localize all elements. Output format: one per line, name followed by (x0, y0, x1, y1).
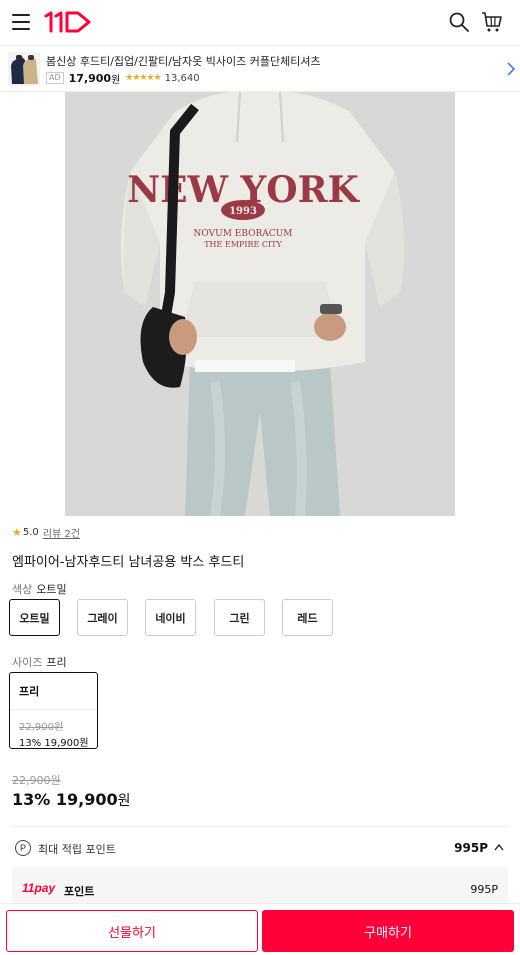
max-points-row[interactable]: P 최대 적립 포인트 995P (12, 838, 508, 860)
logo-11st[interactable] (44, 10, 92, 34)
ad-price-unit: 원 (111, 74, 121, 86)
bottom-action-bar: 선물하기 구매하기 (0, 903, 520, 955)
ad-star-rating: ★★★★★ (125, 73, 161, 83)
ad-badge: AD (46, 72, 64, 84)
color-option-green[interactable]: 그린 (214, 599, 265, 636)
chevron-up-icon[interactable] (494, 843, 504, 851)
ad-product-thumbnail (8, 52, 40, 86)
ad-info-row: AD 17,900 원 ★★★★★ 13,640 (46, 70, 200, 86)
gift-button[interactable]: 선물하기 (6, 910, 258, 952)
final-price: 13% 19,900원 (12, 790, 131, 810)
size-option-label: 사이즈 프리 (12, 654, 67, 670)
review-link[interactable]: 리뷰 2건 (43, 525, 80, 540)
ad-review-count: 13,640 (164, 72, 200, 84)
max-points-label: 최대 적립 포인트 (38, 843, 116, 856)
color-option-oatmeal[interactable]: 오트밀 (9, 599, 60, 636)
ad-price: 17,900 (68, 71, 112, 85)
buy-button[interactable]: 구매하기 (262, 910, 514, 952)
product-title: 엠파이어-남자후드티 남녀공용 박스 후드티 (12, 555, 245, 570)
sale-price: 19,900 (55, 790, 118, 809)
size-selected-value: 프리 (46, 656, 67, 669)
ad-title: 봄신상 후드티/집업/긴팔티/남자옷 빅사이즈 커플단체티셔츠 (46, 55, 321, 68)
original-price: 22,900원 (12, 774, 61, 787)
section-divider (12, 826, 508, 827)
max-points-value: 995P (454, 841, 488, 855)
size-label: 사이즈 (12, 656, 43, 669)
size-card-divider (10, 709, 97, 710)
search-icon[interactable] (449, 12, 469, 32)
color-option-navy[interactable]: 네이비 (145, 599, 196, 636)
app-header (0, 0, 520, 45)
color-selected-value: 오트밀 (36, 583, 67, 596)
size-discounted-price: 13% 19,900원 (19, 738, 89, 749)
pay-points-box: 11pay 포인트 995P (12, 867, 508, 907)
rating-score: 5.0 (22, 527, 39, 538)
product-rating: ★ 5.0 리뷰 2건 (12, 525, 80, 540)
size-original-price: 22,900원 (19, 722, 64, 733)
discount-percent: 13% (12, 790, 51, 809)
point-icon: P (15, 840, 31, 856)
11pay-logo: 11pay (22, 881, 56, 895)
size-name: 프리 (19, 685, 40, 698)
cart-icon[interactable] (481, 11, 503, 33)
ad-banner[interactable]: 봄신상 후드티/집업/긴팔티/남자옷 빅사이즈 커플단체티셔츠 AD 17,90… (0, 45, 520, 92)
color-option-label: 색상 오트밀 (12, 581, 67, 597)
chevron-right-icon[interactable] (507, 62, 515, 76)
color-option-gray[interactable]: 그레이 (77, 599, 128, 636)
star-icon: ★ (12, 526, 22, 539)
svg-text:1993: 1993 (229, 206, 257, 217)
color-option-red[interactable]: 레드 (282, 599, 333, 636)
pay-points-value: 995P (470, 883, 498, 896)
svg-text:NOVUM EBORACUM: NOVUM EBORACUM (194, 229, 293, 239)
hamburger-menu-icon[interactable] (12, 14, 30, 30)
pay-points-label: 포인트 (64, 885, 95, 898)
svg-text:THE EMPIRE CITY: THE EMPIRE CITY (204, 240, 282, 249)
color-label: 색상 (12, 583, 33, 596)
product-image[interactable]: NEW YORK 1993 NOVUM EBORACUM THE EMPIRE … (65, 92, 455, 516)
price-unit: 원 (117, 793, 131, 809)
size-option-free[interactable]: 프리 22,900원 13% 19,900원 (9, 672, 98, 749)
hoodie-photo: NEW YORK 1993 NOVUM EBORACUM THE EMPIRE … (65, 92, 455, 516)
